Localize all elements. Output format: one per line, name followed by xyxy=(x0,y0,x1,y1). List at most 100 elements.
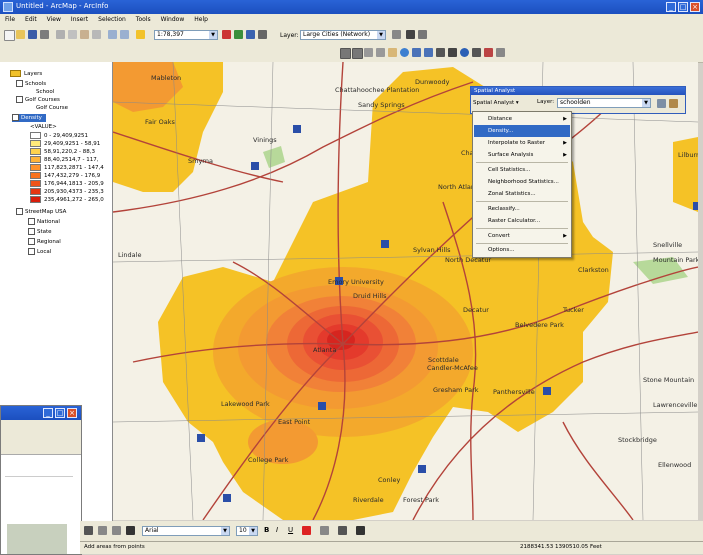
copy-icon[interactable] xyxy=(68,30,77,39)
toc-layer-streetmap[interactable]: StreetMap USA xyxy=(16,208,66,216)
minimize-button[interactable]: _ xyxy=(43,408,53,418)
line-color-icon[interactable] xyxy=(338,526,347,535)
italic-icon[interactable]: I xyxy=(276,526,285,535)
layer-checkbox[interactable] xyxy=(16,208,23,215)
zoom-in-icon[interactable] xyxy=(340,48,351,59)
spatial-analyst-toolbar: Spatial Analyst Spatial Analyst ▾ Layer:… xyxy=(470,86,686,114)
whats-this-icon[interactable] xyxy=(258,30,267,39)
toc-layer-schools[interactable]: Schools xyxy=(16,80,46,88)
select-elements-icon[interactable] xyxy=(448,48,457,57)
status-bar: Add areas from points 2188341.53 1390510… xyxy=(80,541,703,554)
toc-sublayer-local[interactable]: Local xyxy=(28,248,51,256)
text-tool-icon[interactable] xyxy=(126,526,135,535)
layer-checkbox[interactable] xyxy=(16,80,23,87)
menu-item-surface-analysis[interactable]: Surface Analysis ▶ xyxy=(474,149,570,161)
delete-icon[interactable] xyxy=(92,30,101,39)
arccatalog-icon[interactable] xyxy=(246,30,255,39)
chevron-down-icon: ▼ xyxy=(209,31,217,39)
menu-edit[interactable]: Edit xyxy=(20,14,42,23)
menu-item-convert[interactable]: Convert ▶ xyxy=(474,230,570,242)
map-scale-combo[interactable]: 1:78,397 ▼ xyxy=(154,30,218,40)
editor-icon[interactable] xyxy=(222,30,231,39)
secondary-window-titlebar: _ □ × xyxy=(1,406,81,420)
sa-layer-combo[interactable]: schoolden ▼ xyxy=(557,98,651,108)
menu-selection[interactable]: Selection xyxy=(93,14,131,23)
zoom-out-icon[interactable] xyxy=(352,48,363,59)
rectangle-tool-icon[interactable] xyxy=(112,526,121,535)
add-data-icon[interactable] xyxy=(136,30,145,39)
menu-insert[interactable]: Insert xyxy=(66,14,93,23)
menu-window[interactable]: Window xyxy=(156,14,190,23)
toc-sublayer-regional[interactable]: Regional xyxy=(28,238,61,246)
new-icon[interactable] xyxy=(4,30,15,41)
spatial-analyst-dropdown[interactable]: Spatial Analyst ▾ xyxy=(473,98,529,108)
toc-root[interactable]: Layers xyxy=(10,70,42,78)
select-elements-icon[interactable] xyxy=(84,526,93,535)
layer-checkbox[interactable] xyxy=(28,228,35,235)
close-button[interactable]: × xyxy=(690,2,700,12)
go-to-xy-icon[interactable] xyxy=(484,48,493,57)
underline-icon[interactable]: U xyxy=(288,526,297,535)
histogram-icon[interactable] xyxy=(657,99,666,108)
save-icon[interactable] xyxy=(28,30,37,39)
layer-checkbox[interactable] xyxy=(28,238,35,245)
menu-item-density[interactable]: Density... xyxy=(474,125,570,137)
layer-checkbox[interactable] xyxy=(28,218,35,225)
maximize-button[interactable]: □ xyxy=(678,2,688,12)
minimize-button[interactable]: _ xyxy=(666,2,676,12)
maximize-button[interactable]: □ xyxy=(55,408,65,418)
layer-checkbox[interactable] xyxy=(28,248,35,255)
print-icon[interactable] xyxy=(40,30,49,39)
toc-sublayer-state[interactable]: State xyxy=(28,228,52,236)
sketch-tool-icon[interactable] xyxy=(406,30,415,39)
font-color-icon[interactable] xyxy=(302,526,311,535)
layer-combo[interactable]: Large Cities (Network) ▼ xyxy=(300,30,386,40)
toc-label: Density xyxy=(21,115,42,121)
redo-icon[interactable] xyxy=(120,30,129,39)
rotate-icon[interactable] xyxy=(98,526,107,535)
menu-file[interactable]: File xyxy=(0,14,20,23)
menu-item-options[interactable]: Options... xyxy=(474,244,570,256)
menu-item-neighborhood-statistics[interactable]: Neighborhood Statistics... xyxy=(474,176,570,188)
bold-icon[interactable]: B xyxy=(264,526,273,535)
legend-swatch xyxy=(30,180,41,187)
fill-color-icon[interactable] xyxy=(320,526,329,535)
menu-item-distance[interactable]: Distance ▶ xyxy=(474,113,570,125)
identify-icon[interactable] xyxy=(460,48,469,57)
cut-icon[interactable] xyxy=(56,30,65,39)
map-display[interactable]: Dunwoody Chattahoochee Plantation Sandy … xyxy=(113,62,698,520)
toc-layer-golf[interactable]: Golf Courses xyxy=(16,96,60,104)
menu-view[interactable]: View xyxy=(42,14,66,23)
layer-checkbox[interactable] xyxy=(16,96,23,103)
undo-icon[interactable] xyxy=(108,30,117,39)
menu-item-interpolate[interactable]: Interpolate to Raster ▶ xyxy=(474,137,570,149)
edit-tool-icon[interactable] xyxy=(418,30,427,39)
measure-icon[interactable] xyxy=(496,48,505,57)
font-size-combo[interactable]: 10 ▼ xyxy=(236,526,258,536)
layer-checkbox[interactable] xyxy=(12,114,19,121)
layer-properties-icon[interactable] xyxy=(669,99,678,108)
pan-icon[interactable] xyxy=(388,48,397,57)
menu-tools[interactable]: Tools xyxy=(131,14,156,23)
font-combo[interactable]: Arial ▼ xyxy=(142,526,230,536)
toc-layer-density[interactable]: Density xyxy=(12,114,46,122)
menu-item-raster-calculator[interactable]: Raster Calculator... xyxy=(474,215,570,227)
close-button[interactable]: × xyxy=(67,408,77,418)
fixed-zoom-in-icon[interactable] xyxy=(364,48,373,57)
arctoolbox-icon[interactable] xyxy=(234,30,243,39)
fixed-zoom-out-icon[interactable] xyxy=(376,48,385,57)
start-editing-icon[interactable] xyxy=(392,30,401,39)
select-features-icon[interactable] xyxy=(436,48,445,57)
menu-item-cell-statistics[interactable]: Cell Statistics... xyxy=(474,164,570,176)
paste-icon[interactable] xyxy=(80,30,89,39)
menu-item-zonal-statistics[interactable]: Zonal Statistics... xyxy=(474,188,570,200)
back-extent-icon[interactable] xyxy=(412,48,421,57)
toc-sublayer-national[interactable]: National xyxy=(28,218,60,226)
find-icon[interactable] xyxy=(472,48,481,57)
full-extent-icon[interactable] xyxy=(400,48,409,57)
forward-extent-icon[interactable] xyxy=(424,48,433,57)
menu-help[interactable]: Help xyxy=(189,14,213,23)
marker-color-icon[interactable] xyxy=(356,526,365,535)
menu-item-reclassify[interactable]: Reclassify... xyxy=(474,203,570,215)
open-icon[interactable] xyxy=(16,30,25,39)
